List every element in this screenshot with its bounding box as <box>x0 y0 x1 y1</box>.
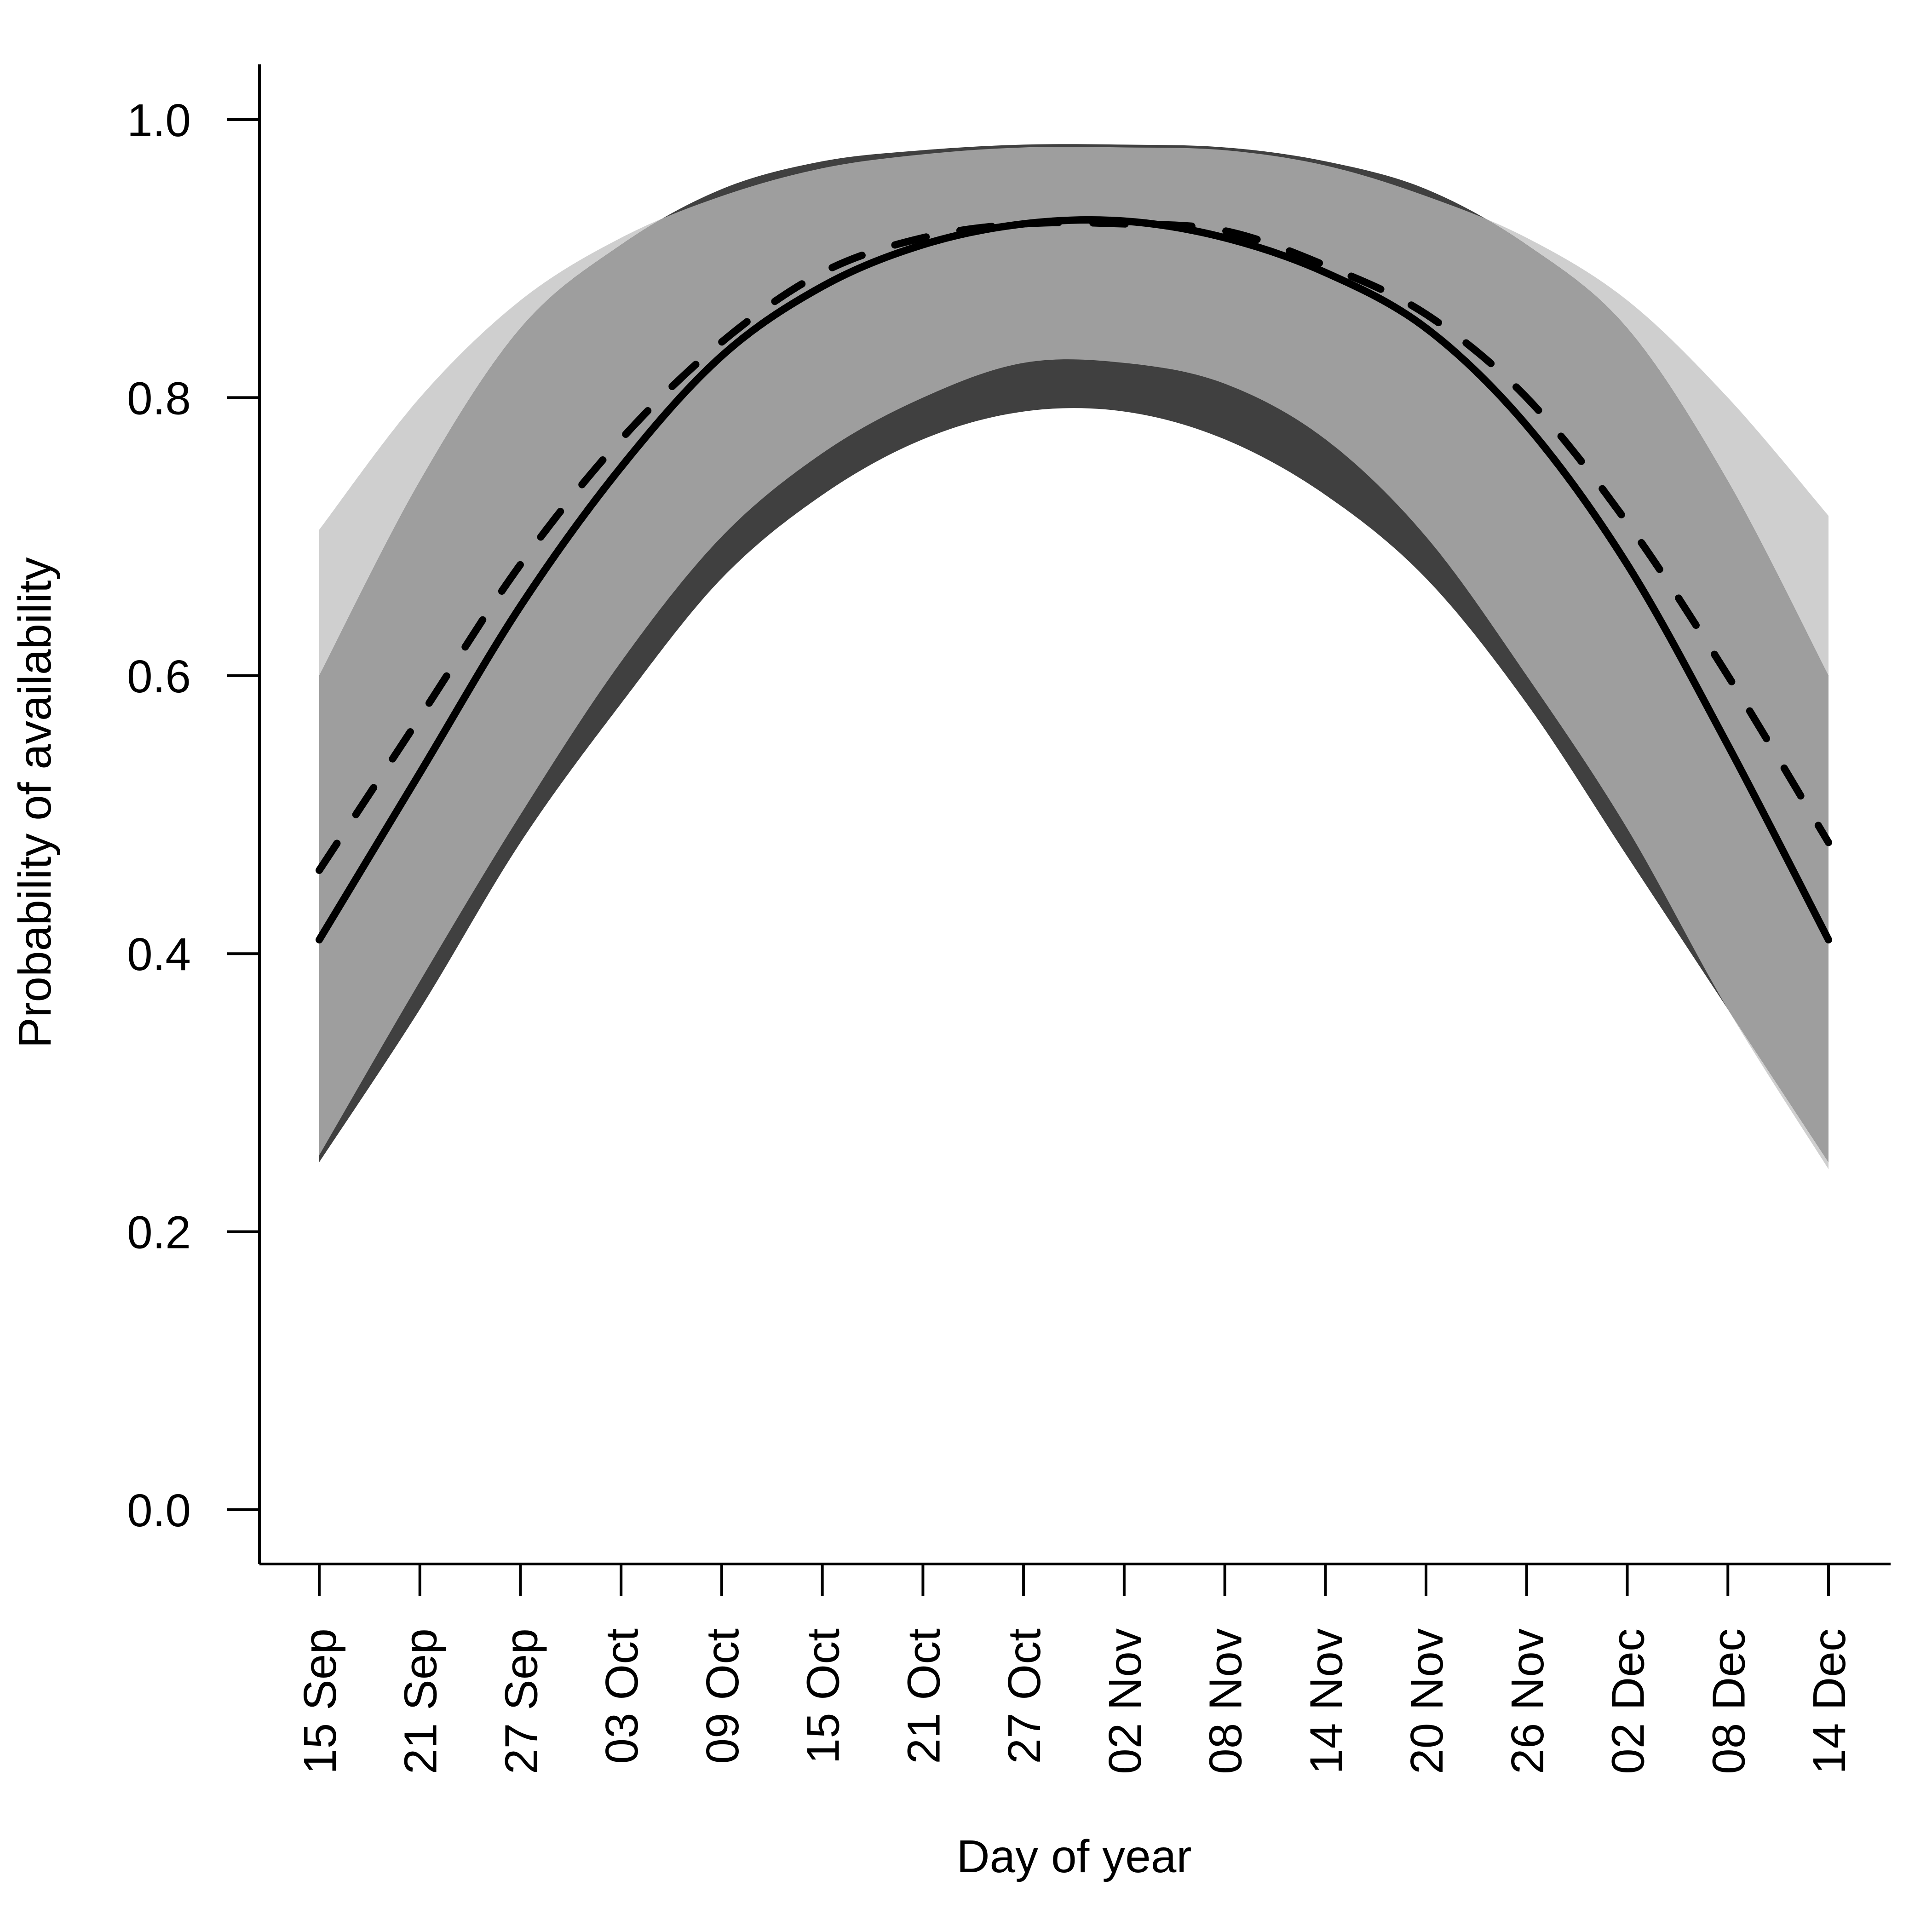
x-ticks: 15 Sep 21 Sep 27 Sep 03 Oct 09 Oct 15 Oct 21 O… <box>294 1564 1855 1774</box>
x-tick-label: 20 Nov <box>1401 1628 1453 1774</box>
y-ticks: 0.0 0.2 0.4 0.6 0.8 1.0 <box>127 95 259 1536</box>
x-tick-label: 14 Dec <box>1804 1628 1855 1774</box>
x-tick-label: 15 Sep <box>294 1628 346 1774</box>
chart: 0.0 0.2 0.4 0.6 0.8 1.0 15 Sep 21 Sep 27 Sep 03 … <box>9 64 1891 1882</box>
y-tick-label: 1.0 <box>127 95 191 146</box>
x-tick-label: 09 Oct <box>697 1628 748 1764</box>
x-tick-label: 26 Nov <box>1502 1628 1553 1774</box>
x-tick-label: 27 Oct <box>999 1628 1050 1764</box>
x-tick-label: 03 Oct <box>596 1628 648 1764</box>
y-tick-label: 0.6 <box>127 651 191 702</box>
x-tick-label: 21 Oct <box>898 1628 949 1764</box>
y-tick-label: 0.0 <box>127 1485 191 1536</box>
x-tick-label: 08 Nov <box>1200 1628 1252 1774</box>
x-tick-label: 15 Oct <box>798 1628 849 1764</box>
y-tick-label: 0.8 <box>127 373 191 424</box>
x-tick-label: 08 Dec <box>1703 1628 1754 1774</box>
x-axis-label: Day of year <box>956 1831 1191 1882</box>
confidence-bands <box>319 144 1828 1169</box>
x-tick-label: 02 Nov <box>1099 1628 1151 1774</box>
y-tick-label: 0.4 <box>127 929 191 980</box>
x-tick-label: 27 Sep <box>495 1628 547 1774</box>
x-tick-label: 14 Nov <box>1300 1628 1352 1774</box>
y-axis-label: Probability of availability <box>9 557 61 1048</box>
y-tick-label: 0.2 <box>127 1207 191 1259</box>
x-tick-label: 02 Dec <box>1603 1628 1654 1774</box>
x-tick-label: 21 Sep <box>395 1628 447 1774</box>
